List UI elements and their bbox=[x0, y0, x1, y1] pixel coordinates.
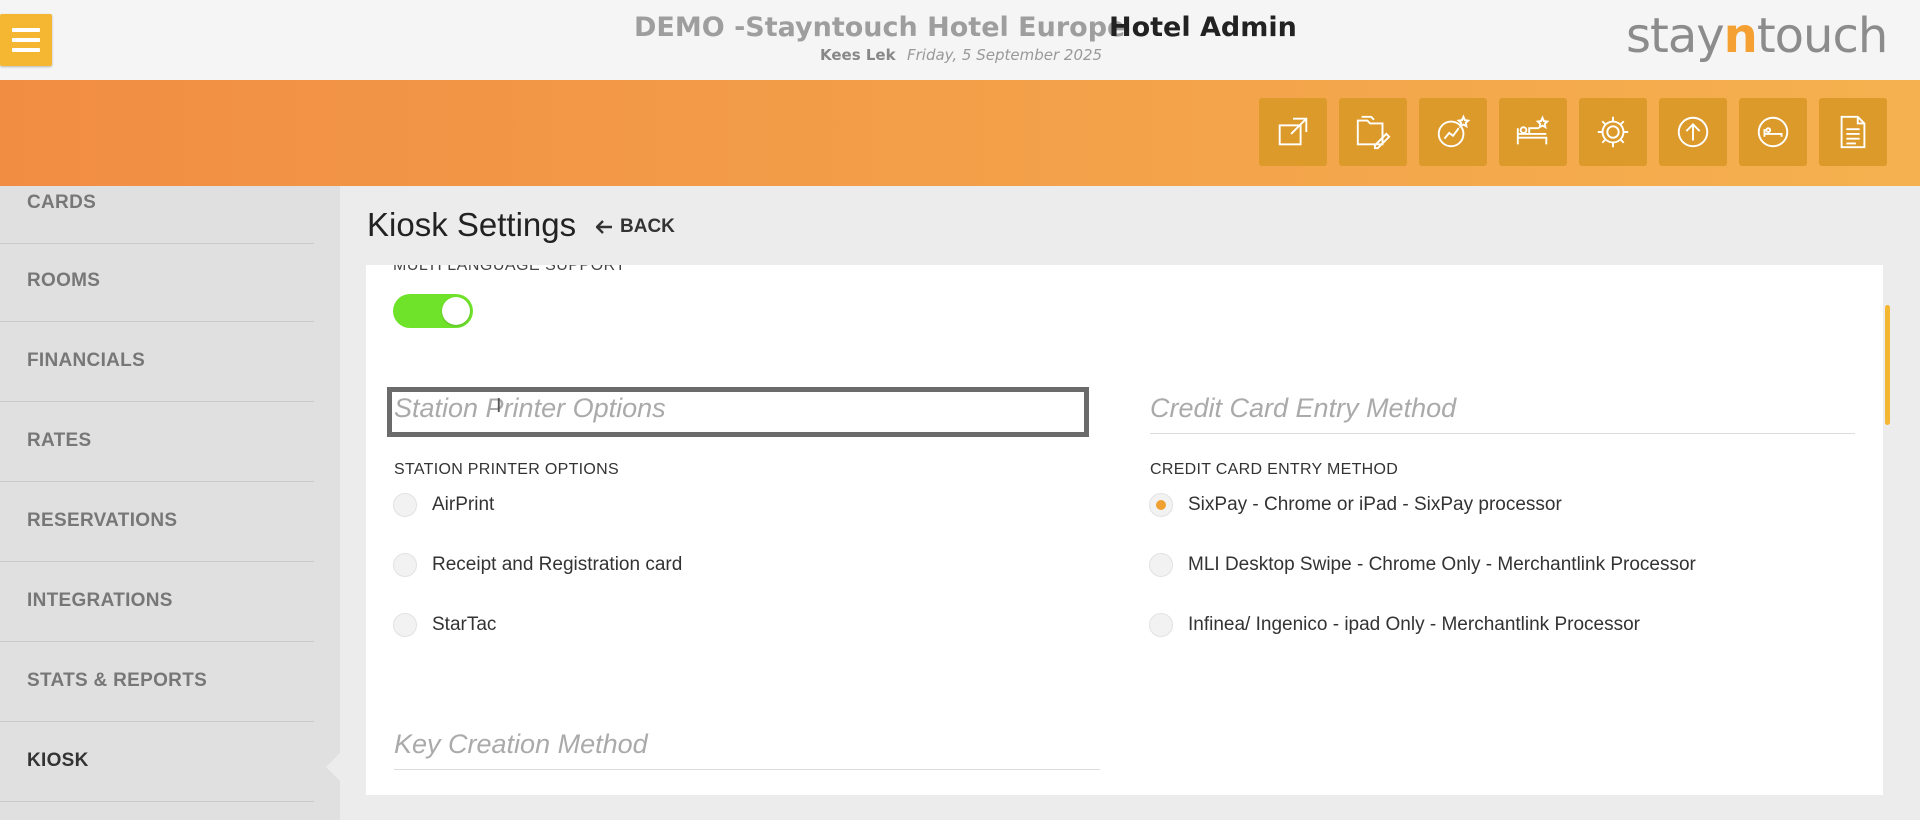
arrow-left-icon bbox=[596, 220, 612, 234]
menu-icon-bar bbox=[12, 28, 40, 32]
chart-star-button[interactable] bbox=[1419, 98, 1487, 166]
sidebar-item-label: STATS & REPORTS bbox=[27, 670, 208, 691]
sidebar-item-label: RESERVATIONS bbox=[27, 510, 178, 531]
hotel-name: DEMO -Stayntouch Hotel Europe bbox=[634, 12, 1126, 43]
sidebar-item-kiosk[interactable]: KIOSK bbox=[0, 724, 314, 802]
sidebar-item-integrations[interactable]: INTEGRATIONS bbox=[0, 564, 314, 642]
bed-star-icon bbox=[1516, 115, 1550, 145]
sidebar-item-reservations[interactable]: RESERVATIONS bbox=[0, 484, 314, 562]
sidebar-item-label: RATES bbox=[27, 430, 92, 451]
section-divider bbox=[1150, 433, 1855, 434]
radio-label: Infinea/ Ingenico - ipad Only - Merchant… bbox=[1188, 614, 1640, 635]
back-label: BACK bbox=[620, 216, 675, 237]
admin-sidebar: CARDS ROOMS FINANCIALS RATES RESERVATION… bbox=[0, 186, 340, 820]
sidebar-item-label: KIOSK bbox=[27, 750, 89, 771]
section-divider bbox=[394, 769, 1100, 770]
radio-label: SixPay - Chrome or iPad - SixPay process… bbox=[1188, 494, 1562, 515]
sidebar-item-stats-reports[interactable]: STATS & REPORTS bbox=[0, 644, 314, 722]
current-date: Friday, 5 September 2025 bbox=[907, 46, 1103, 64]
menu-icon-bar bbox=[12, 48, 40, 52]
radio-sixpay[interactable]: SixPay - Chrome or iPad - SixPay process… bbox=[1149, 493, 1562, 517]
gear-icon bbox=[1597, 116, 1629, 148]
sidebar-item-label: CARDS bbox=[27, 192, 97, 213]
folder-edit-icon bbox=[1356, 115, 1391, 150]
radio-label: StarTac bbox=[432, 614, 497, 635]
radio-button[interactable] bbox=[393, 553, 417, 577]
external-link-icon bbox=[1278, 117, 1308, 146]
multi-language-label: MULTI LANGUAGE SUPPORT bbox=[393, 265, 626, 274]
bed-star-button[interactable] bbox=[1499, 98, 1567, 166]
station-printer-label: STATION PRINTER OPTIONS bbox=[394, 461, 619, 478]
credit-card-label: CREDIT CARD ENTRY METHOD bbox=[1150, 461, 1399, 478]
settings-button[interactable] bbox=[1579, 98, 1647, 166]
menu-icon-bar bbox=[12, 38, 40, 42]
sidebar-item-financials[interactable]: FINANCIALS bbox=[0, 324, 314, 402]
radio-receipt-registration[interactable]: Receipt and Registration card bbox=[393, 553, 682, 577]
radio-mli-desktop-swipe[interactable]: MLI Desktop Swipe - Chrome Only - Mercha… bbox=[1149, 553, 1696, 577]
sidebar-item-rates[interactable]: RATES bbox=[0, 404, 314, 482]
radio-label: AirPrint bbox=[432, 494, 495, 515]
user-name: Kees Lek bbox=[820, 46, 896, 64]
document-icon bbox=[1840, 115, 1866, 149]
document-button[interactable] bbox=[1819, 98, 1887, 166]
sidebar-item-label: INTEGRATIONS bbox=[27, 590, 173, 611]
station-printer-heading: Station Printer Options bbox=[394, 393, 666, 423]
sidebar-item-label: ROOMS bbox=[27, 270, 101, 291]
radio-button[interactable] bbox=[393, 613, 417, 637]
upload-button[interactable] bbox=[1659, 98, 1727, 166]
radio-button[interactable] bbox=[1149, 613, 1173, 637]
radio-infinea-ingenico[interactable]: Infinea/ Ingenico - ipad Only - Merchant… bbox=[1149, 613, 1640, 637]
guest-button[interactable] bbox=[1739, 98, 1807, 166]
external-link-button[interactable] bbox=[1259, 98, 1327, 166]
text-cursor-icon: I bbox=[496, 395, 502, 417]
guest-bed-icon bbox=[1757, 116, 1789, 148]
sidebar-item-cards[interactable]: CARDS bbox=[0, 166, 314, 244]
scrollbar-thumb[interactable] bbox=[1885, 305, 1890, 425]
multi-language-toggle[interactable] bbox=[393, 294, 473, 328]
radio-button-selected[interactable] bbox=[1149, 493, 1173, 517]
chart-star-icon bbox=[1437, 114, 1471, 148]
folder-edit-button[interactable] bbox=[1339, 98, 1407, 166]
radio-label: Receipt and Registration card bbox=[432, 554, 683, 575]
radio-button[interactable] bbox=[393, 493, 417, 517]
hamburger-menu-button[interactable] bbox=[0, 14, 52, 66]
radio-button[interactable] bbox=[1149, 553, 1173, 577]
sidebar-item-label: FINANCIALS bbox=[27, 350, 146, 371]
key-creation-heading: Key Creation Method bbox=[394, 729, 648, 759]
section-title: Hotel Admin bbox=[1109, 12, 1297, 43]
top-header: DEMO -Stayntouch Hotel Europe Hotel Admi… bbox=[0, 0, 1920, 80]
stayntouch-logo: stayntouch bbox=[1626, 8, 1888, 64]
radio-label: MLI Desktop Swipe - Chrome Only - Mercha… bbox=[1188, 554, 1696, 575]
credit-card-heading: Credit Card Entry Method bbox=[1150, 393, 1457, 423]
active-indicator-arrow bbox=[326, 753, 340, 781]
upload-icon bbox=[1677, 116, 1709, 148]
radio-startac[interactable]: StarTac bbox=[393, 613, 496, 637]
toggle-knob bbox=[442, 297, 470, 325]
back-button[interactable]: BACK bbox=[596, 216, 675, 238]
page-title: Kiosk Settings bbox=[367, 206, 577, 243]
settings-card: MULTI LANGUAGE SUPPORT Station Printer O… bbox=[366, 265, 1883, 795]
radio-airprint[interactable]: AirPrint bbox=[393, 493, 494, 517]
sidebar-item-rooms[interactable]: ROOMS bbox=[0, 244, 314, 322]
